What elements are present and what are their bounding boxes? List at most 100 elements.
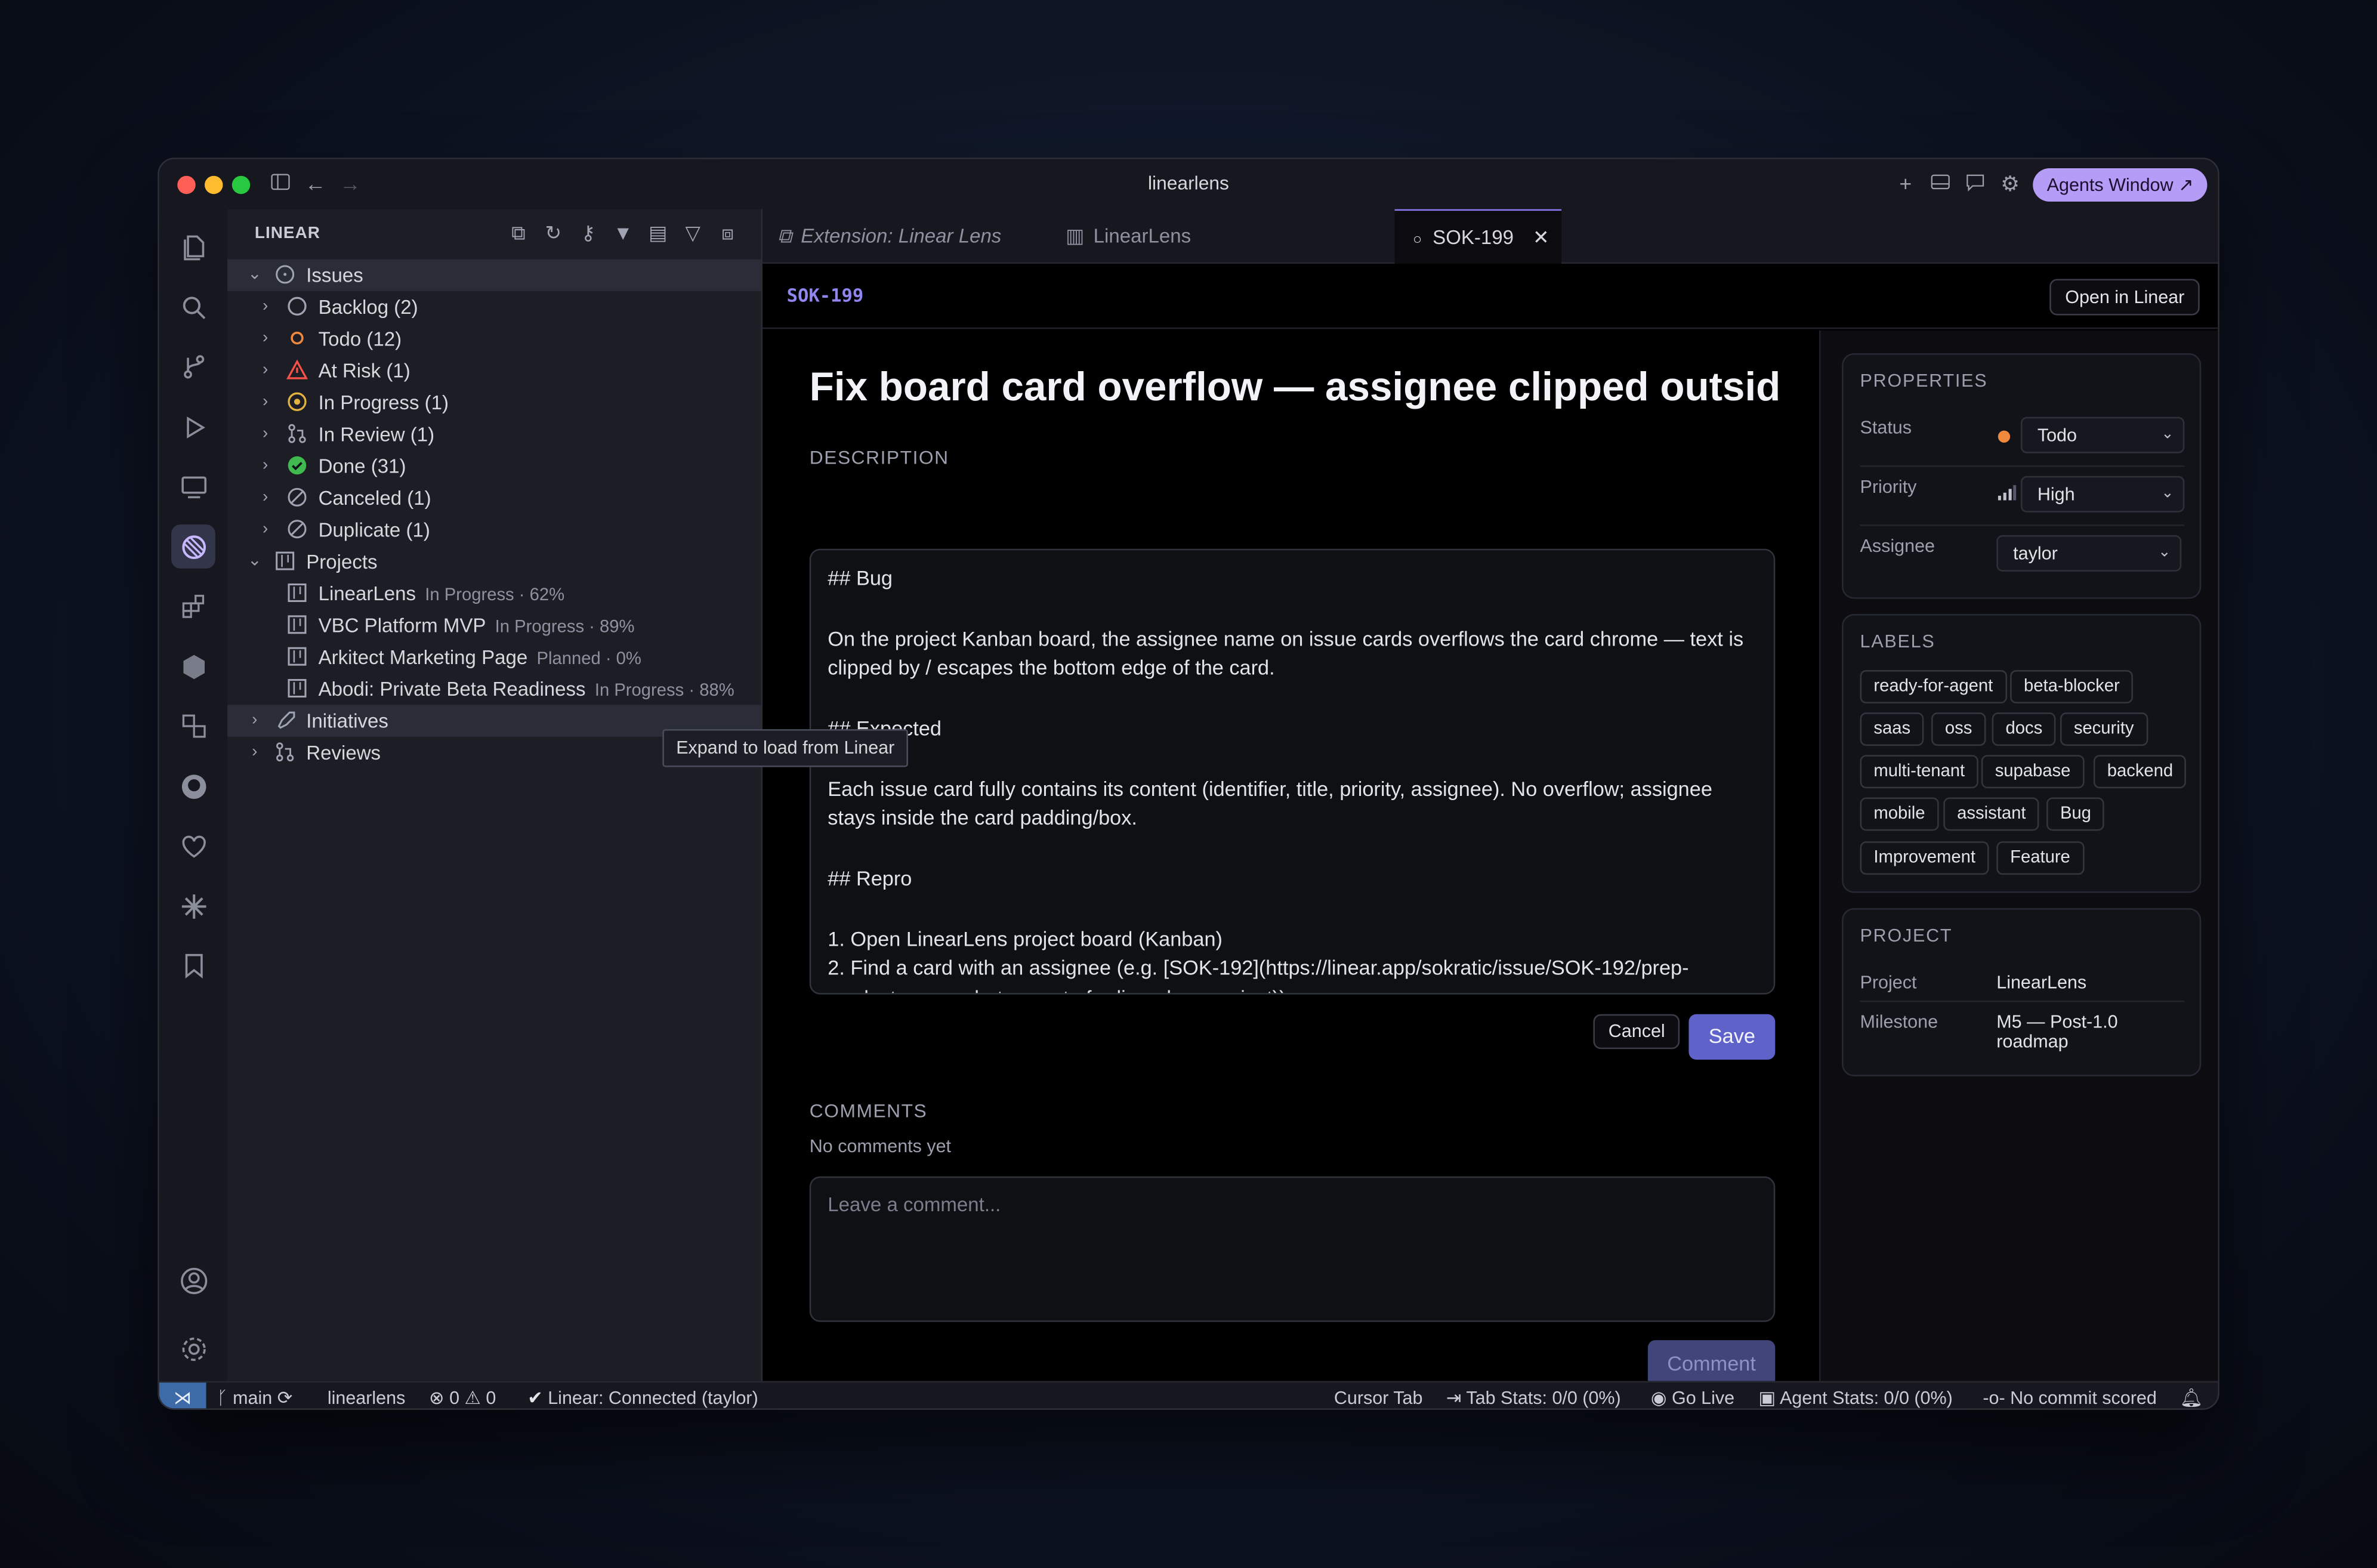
plus-icon[interactable]: +: [1893, 171, 1918, 196]
issue-title[interactable]: Fix board card overflow — assignee clipp…: [810, 364, 1780, 411]
label-chip[interactable]: docs: [1992, 712, 2057, 746]
label-chip[interactable]: ready-for-agent: [1860, 670, 2007, 703]
tree-issue-group[interactable]: › In Review (1): [227, 418, 761, 450]
tab-stats-text: Tab Stats: 0/0 (0%): [1466, 1387, 1621, 1409]
branch-item[interactable]: ᚴ main ⟳: [217, 1387, 292, 1409]
priority-bars-icon: [1998, 485, 2017, 501]
bell-icon[interactable]: 🔔︎: [2180, 1387, 2203, 1409]
github-icon[interactable]: [171, 764, 215, 808]
tab-sok-199[interactable]: ○ SOK-199 ✕: [1394, 209, 1562, 265]
sparkle-icon[interactable]: [171, 884, 215, 928]
issue-group-label: In Review (1): [318, 422, 435, 446]
filter-filled-icon[interactable]: ▼: [611, 221, 635, 246]
board-icon: [288, 583, 307, 602]
cancel-button[interactable]: Cancel: [1593, 1014, 1681, 1050]
tree-issue-group[interactable]: › At Risk (1): [227, 355, 761, 387]
chevron-right-icon: ›: [262, 297, 268, 316]
chevron-down-icon: ⌄: [2161, 425, 2174, 443]
problems-item[interactable]: ⊗ 0 ⚠ 0: [429, 1387, 496, 1409]
project-item[interactable]: LinearLens In Progress · 62%: [227, 578, 761, 609]
chat-icon[interactable]: [1963, 171, 1987, 196]
chevron-down-icon: ⌄: [248, 265, 262, 284]
agent-stats[interactable]: ▣ Agent Stats: 0/0 (0%): [1758, 1387, 1952, 1409]
issue-editor: SOK-199 Open in Linear Fix board card ov…: [763, 264, 2218, 1381]
search-icon[interactable]: [171, 285, 215, 329]
done-check-icon: [288, 456, 307, 475]
comment-button[interactable]: Comment: [1647, 1340, 1776, 1381]
milestone-value[interactable]: M5 — Post-1.0 roadmap: [1996, 1012, 2117, 1052]
project-item[interactable]: Arkitect Marketing Page Planned · 0%: [227, 641, 761, 673]
project-item[interactable]: Abodi: Private Beta Readiness In Progress…: [227, 673, 761, 705]
tree-issue-group[interactable]: › Done (31): [227, 450, 761, 482]
open-in-linear-button[interactable]: Open in Linear: [2049, 279, 2200, 316]
remote-explorer-icon[interactable]: [171, 464, 215, 508]
chevron-right-icon: ›: [262, 329, 268, 347]
gear-icon[interactable]: ⚙: [1998, 171, 2023, 196]
label-chip[interactable]: Feature: [1996, 841, 2084, 875]
settings-gear-icon[interactable]: [171, 1326, 215, 1371]
panel-icon[interactable]: [1928, 171, 1953, 196]
linear-lens-icon[interactable]: [171, 524, 215, 569]
issue-main: Fix board card overflow — assignee clipp…: [763, 331, 1819, 1381]
label-chip[interactable]: mobile: [1860, 797, 1939, 831]
linear-connection[interactable]: ✔ Linear: Connected (taylor): [527, 1387, 758, 1409]
error-icon: ⊗: [429, 1387, 450, 1409]
issue-group-label: Duplicate (1): [318, 518, 430, 542]
bookmark-icon[interactable]: [171, 943, 215, 987]
label-chip[interactable]: supabase: [1981, 755, 2085, 789]
comment-input[interactable]: Leave a comment...: [809, 1176, 1776, 1322]
label-chip[interactable]: backend: [2093, 755, 2187, 789]
todo-circle-icon: [291, 331, 304, 345]
close-tab-icon[interactable]: ✕: [1533, 211, 1549, 265]
save-button[interactable]: Save: [1688, 1014, 1776, 1060]
agents-window-button[interactable]: Agents Window ↗: [2033, 168, 2208, 202]
label-chip[interactable]: assistant: [1943, 797, 2040, 831]
tab-linearlens[interactable]: ▥ LinearLens: [1066, 209, 1232, 264]
key-icon[interactable]: ⚷: [576, 221, 601, 246]
status-select[interactable]: Todo ⌄: [2020, 416, 2185, 453]
board-icon: [288, 679, 307, 698]
refresh-icon[interactable]: ↻: [541, 221, 566, 246]
tree-issues[interactable]: ⌄ Issues: [227, 259, 761, 291]
tree-issue-group[interactable]: › Duplicate (1): [227, 514, 761, 545]
tree-issue-group[interactable]: › In Progress (1): [227, 387, 761, 418]
heart-icon[interactable]: [171, 823, 215, 868]
tree-issue-group[interactable]: › Todo (12): [227, 323, 761, 354]
cursor-tab[interactable]: Cursor Tab: [1334, 1387, 1423, 1409]
labels-card: LABELS ready-for-agent beta-blocker saas…: [1842, 614, 2202, 893]
check-circle-icon: ✔: [527, 1387, 548, 1409]
commit-score[interactable]: -o- No commit scored: [1983, 1387, 2156, 1409]
files-icon[interactable]: [171, 224, 215, 268]
account-icon[interactable]: [171, 1258, 215, 1302]
label-chip[interactable]: security: [2060, 712, 2148, 746]
assignee-select[interactable]: taylor ⌄: [1996, 535, 2182, 572]
filter-icon[interactable]: ▽: [681, 221, 705, 246]
tree-issue-group[interactable]: › Backlog (2): [227, 291, 761, 323]
chevron-right-icon: ›: [262, 520, 268, 538]
tab-extension[interactable]: ⧉ Extension: Linear Lens: [777, 209, 1050, 264]
project-value[interactable]: LinearLens: [1996, 973, 2086, 993]
run-debug-icon[interactable]: [171, 405, 215, 449]
label-chip[interactable]: Bug: [2046, 797, 2105, 831]
collapse-all-icon[interactable]: ⧈: [715, 221, 740, 246]
source-control-icon[interactable]: [171, 344, 215, 388]
priority-select[interactable]: High ⌄: [2020, 476, 2185, 513]
project-item[interactable]: VBC Platform MVP In Progress · 89%: [227, 609, 761, 641]
tree-projects[interactable]: ⌄ Projects: [227, 546, 761, 578]
remote-icon[interactable]: ⋊: [159, 1382, 206, 1409]
tree-issue-group[interactable]: › Canceled (1): [227, 482, 761, 514]
label-chip[interactable]: oss: [1931, 712, 1986, 746]
label-chip[interactable]: beta-blocker: [2010, 670, 2134, 703]
shapes-icon[interactable]: [171, 703, 215, 748]
folder-view-icon[interactable]: ▤: [646, 221, 670, 246]
extensions-icon[interactable]: [171, 584, 215, 628]
open-link-icon[interactable]: ⧉: [507, 221, 531, 246]
label-chip[interactable]: saas: [1860, 712, 1925, 746]
label-chip[interactable]: multi-tenant: [1860, 755, 1978, 789]
workspace-name[interactable]: linearlens: [328, 1387, 406, 1409]
go-live[interactable]: ◉ Go Live: [1651, 1387, 1734, 1409]
description-editor[interactable]: ## Bug On the project Kanban board, the …: [809, 548, 1776, 995]
label-chip[interactable]: Improvement: [1860, 841, 1989, 875]
cube-icon[interactable]: [171, 644, 215, 689]
tab-stats[interactable]: ⇥ Tab Stats: 0/0 (0%): [1446, 1387, 1621, 1409]
